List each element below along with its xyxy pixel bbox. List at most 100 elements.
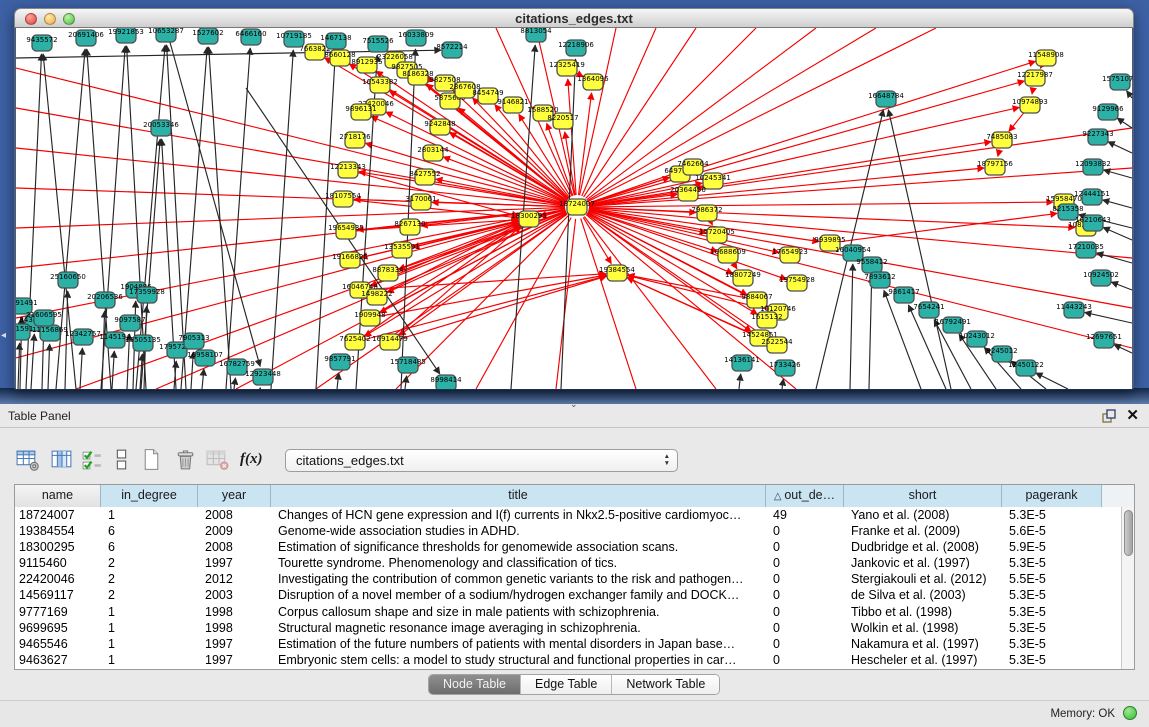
graph-edge bbox=[587, 28, 876, 201]
graph-edge bbox=[226, 48, 250, 389]
graph-node-label: 11443243 bbox=[1056, 303, 1092, 311]
table-select-dropdown[interactable]: citations_edges.txt ▲▼ bbox=[285, 449, 678, 472]
table-panel-header: ⌄ Table Panel ✕ bbox=[0, 404, 1149, 428]
graph-edge bbox=[1032, 88, 1033, 94]
float-panel-icon[interactable] bbox=[1101, 408, 1117, 424]
column-header-name[interactable]: name bbox=[15, 485, 101, 507]
graph-edge bbox=[711, 222, 712, 225]
collapse-left-panel-icon[interactable]: ◂ bbox=[1, 330, 6, 341]
graph-node-label: 10243012 bbox=[959, 332, 995, 340]
scrollbar-thumb[interactable] bbox=[1124, 510, 1133, 556]
column-header-in_degree[interactable]: in_degree bbox=[101, 485, 198, 507]
graph-node-label: 11548908 bbox=[1028, 51, 1064, 59]
graph-node-label: 12325419 bbox=[549, 61, 585, 69]
table-row[interactable]: 969969511998Structural magnetic resonanc… bbox=[15, 620, 1121, 636]
new-column-icon[interactable] bbox=[139, 447, 164, 472]
status-bar: Memory: OK bbox=[0, 700, 1149, 727]
cell-out_degree: 0 bbox=[766, 587, 844, 603]
cell-name: 18300295 bbox=[15, 539, 101, 555]
graph-edge bbox=[1103, 227, 1132, 240]
column-header-pagerank[interactable]: pagerank bbox=[1002, 485, 1102, 507]
cell-in_degree: 1 bbox=[101, 636, 198, 652]
tab-edge-table[interactable]: Edge Table bbox=[521, 675, 612, 694]
memory-ok-indicator[interactable] bbox=[1123, 706, 1137, 720]
cell-pagerank: 5.3E-5 bbox=[1002, 636, 1102, 652]
column-header-short[interactable]: short bbox=[844, 485, 1002, 507]
graph-node-label: 12697651 bbox=[1086, 333, 1122, 341]
delete-table-icon[interactable] bbox=[205, 447, 230, 472]
cell-name: 19384554 bbox=[15, 523, 101, 539]
graph-edge bbox=[998, 150, 1000, 157]
graph-edge bbox=[581, 218, 636, 389]
graph-node-label: 16210643 bbox=[1075, 216, 1111, 224]
graph-edge bbox=[166, 28, 260, 366]
graph-edge bbox=[888, 110, 951, 389]
graph-node-label: 16648784 bbox=[868, 92, 904, 100]
cell-name: 9777169 bbox=[15, 604, 101, 620]
graph-edge bbox=[739, 374, 741, 389]
column-header-out_degree[interactable]: △ out_de… bbox=[766, 485, 844, 507]
cell-year: 2009 bbox=[198, 523, 271, 539]
graph-node-label: 8215358 bbox=[1052, 205, 1083, 213]
delete-column-icon[interactable] bbox=[173, 447, 198, 472]
network-canvas[interactable]: 1872400718300295193845547663822866012889… bbox=[15, 28, 1133, 389]
cell-short: Tibbo et al. (1998) bbox=[844, 604, 1002, 620]
cell-title: Tourette syndrome. Phenomenology and cla… bbox=[271, 555, 766, 571]
graph-node-label: 17654923 bbox=[772, 248, 808, 256]
table-tabs: Node TableEdge TableNetwork Table bbox=[428, 674, 720, 695]
graph-edge bbox=[271, 50, 293, 389]
graph-edge bbox=[588, 28, 936, 202]
graph-node-label: 19754928 bbox=[779, 276, 815, 284]
graph-node-label: 9896131 bbox=[345, 105, 376, 113]
graph-edge bbox=[234, 378, 236, 389]
row-select-icon[interactable] bbox=[80, 447, 105, 472]
graph-edge bbox=[734, 263, 738, 268]
graph-node-label: 391591 bbox=[16, 325, 33, 333]
tab-network-table[interactable]: Network Table bbox=[612, 675, 719, 694]
table-header-row: namein_degreeyeartitle△ out_de…shortpage… bbox=[15, 485, 1134, 507]
graph-node-label: 19166825 bbox=[332, 253, 368, 261]
table-scrollbar[interactable] bbox=[1121, 507, 1134, 669]
tab-node-table[interactable]: Node Table bbox=[429, 675, 521, 694]
table-row[interactable]: 1938455462009Genome-wide association stu… bbox=[15, 523, 1121, 539]
graph-node-label: 10688609 bbox=[710, 248, 746, 256]
network-window-titlebar[interactable]: citations_edges.txt bbox=[14, 8, 1134, 28]
graph-node-label: 1733426 bbox=[769, 361, 801, 369]
table-row[interactable]: 946554611997Estimation of the future num… bbox=[15, 636, 1121, 652]
column-visibility-icon[interactable] bbox=[49, 447, 74, 472]
graph-node-label: 17359928 bbox=[129, 288, 165, 296]
cell-out_degree: 0 bbox=[766, 571, 844, 587]
table-row[interactable]: 946362711997Embryonic stem cells: a mode… bbox=[15, 652, 1121, 668]
cell-out_degree: 0 bbox=[766, 555, 844, 571]
graph-edge bbox=[112, 351, 114, 389]
table-row[interactable]: 911546021997Tourette syndrome. Phenomeno… bbox=[15, 555, 1121, 571]
column-header-title[interactable]: title bbox=[271, 485, 766, 507]
graph-node-label: 15718485 bbox=[390, 358, 426, 366]
column-header-year[interactable]: year bbox=[198, 485, 271, 507]
cell-pagerank: 5.3E-5 bbox=[1002, 587, 1102, 603]
table-row[interactable]: 1872400712008Changes of HCN gene express… bbox=[15, 507, 1121, 523]
graph-edge bbox=[337, 373, 339, 389]
close-panel-icon[interactable]: ✕ bbox=[1126, 406, 1139, 424]
graph-node-label: 7654241 bbox=[913, 303, 944, 311]
table-mode-icon[interactable] bbox=[15, 447, 40, 472]
cell-name: 9115460 bbox=[15, 555, 101, 571]
table-row[interactable]: 1830029562008Estimation of significance … bbox=[15, 539, 1121, 555]
row-height-icon[interactable] bbox=[109, 447, 134, 472]
minimize-window-icon[interactable] bbox=[44, 13, 56, 25]
graph-node-label: 23226058 bbox=[377, 53, 413, 61]
table-row[interactable]: 2242004622012Investigating the contribut… bbox=[15, 571, 1121, 587]
graph-node-label: 8813054 bbox=[520, 28, 552, 35]
table-row[interactable]: 1456911722003Disruption of a novel membe… bbox=[15, 587, 1121, 603]
graph-node-label: 7893612 bbox=[864, 273, 895, 281]
graph-node-label: 3170061 bbox=[405, 195, 436, 203]
table-row[interactable]: 977716911998Corpus callosum shape and si… bbox=[15, 604, 1121, 620]
graph-edge bbox=[579, 93, 592, 195]
close-window-icon[interactable] bbox=[25, 13, 37, 25]
zoom-window-icon[interactable] bbox=[63, 13, 75, 25]
function-builder-icon[interactable]: f(x) bbox=[240, 447, 265, 472]
panel-splitter-handle[interactable]: ⌄ bbox=[570, 399, 578, 410]
cell-short: Wolkin et al. (1998) bbox=[844, 620, 1002, 636]
cell-title: Structural magnetic resonance image aver… bbox=[271, 620, 766, 636]
graph-node-label: 12923448 bbox=[245, 370, 281, 378]
